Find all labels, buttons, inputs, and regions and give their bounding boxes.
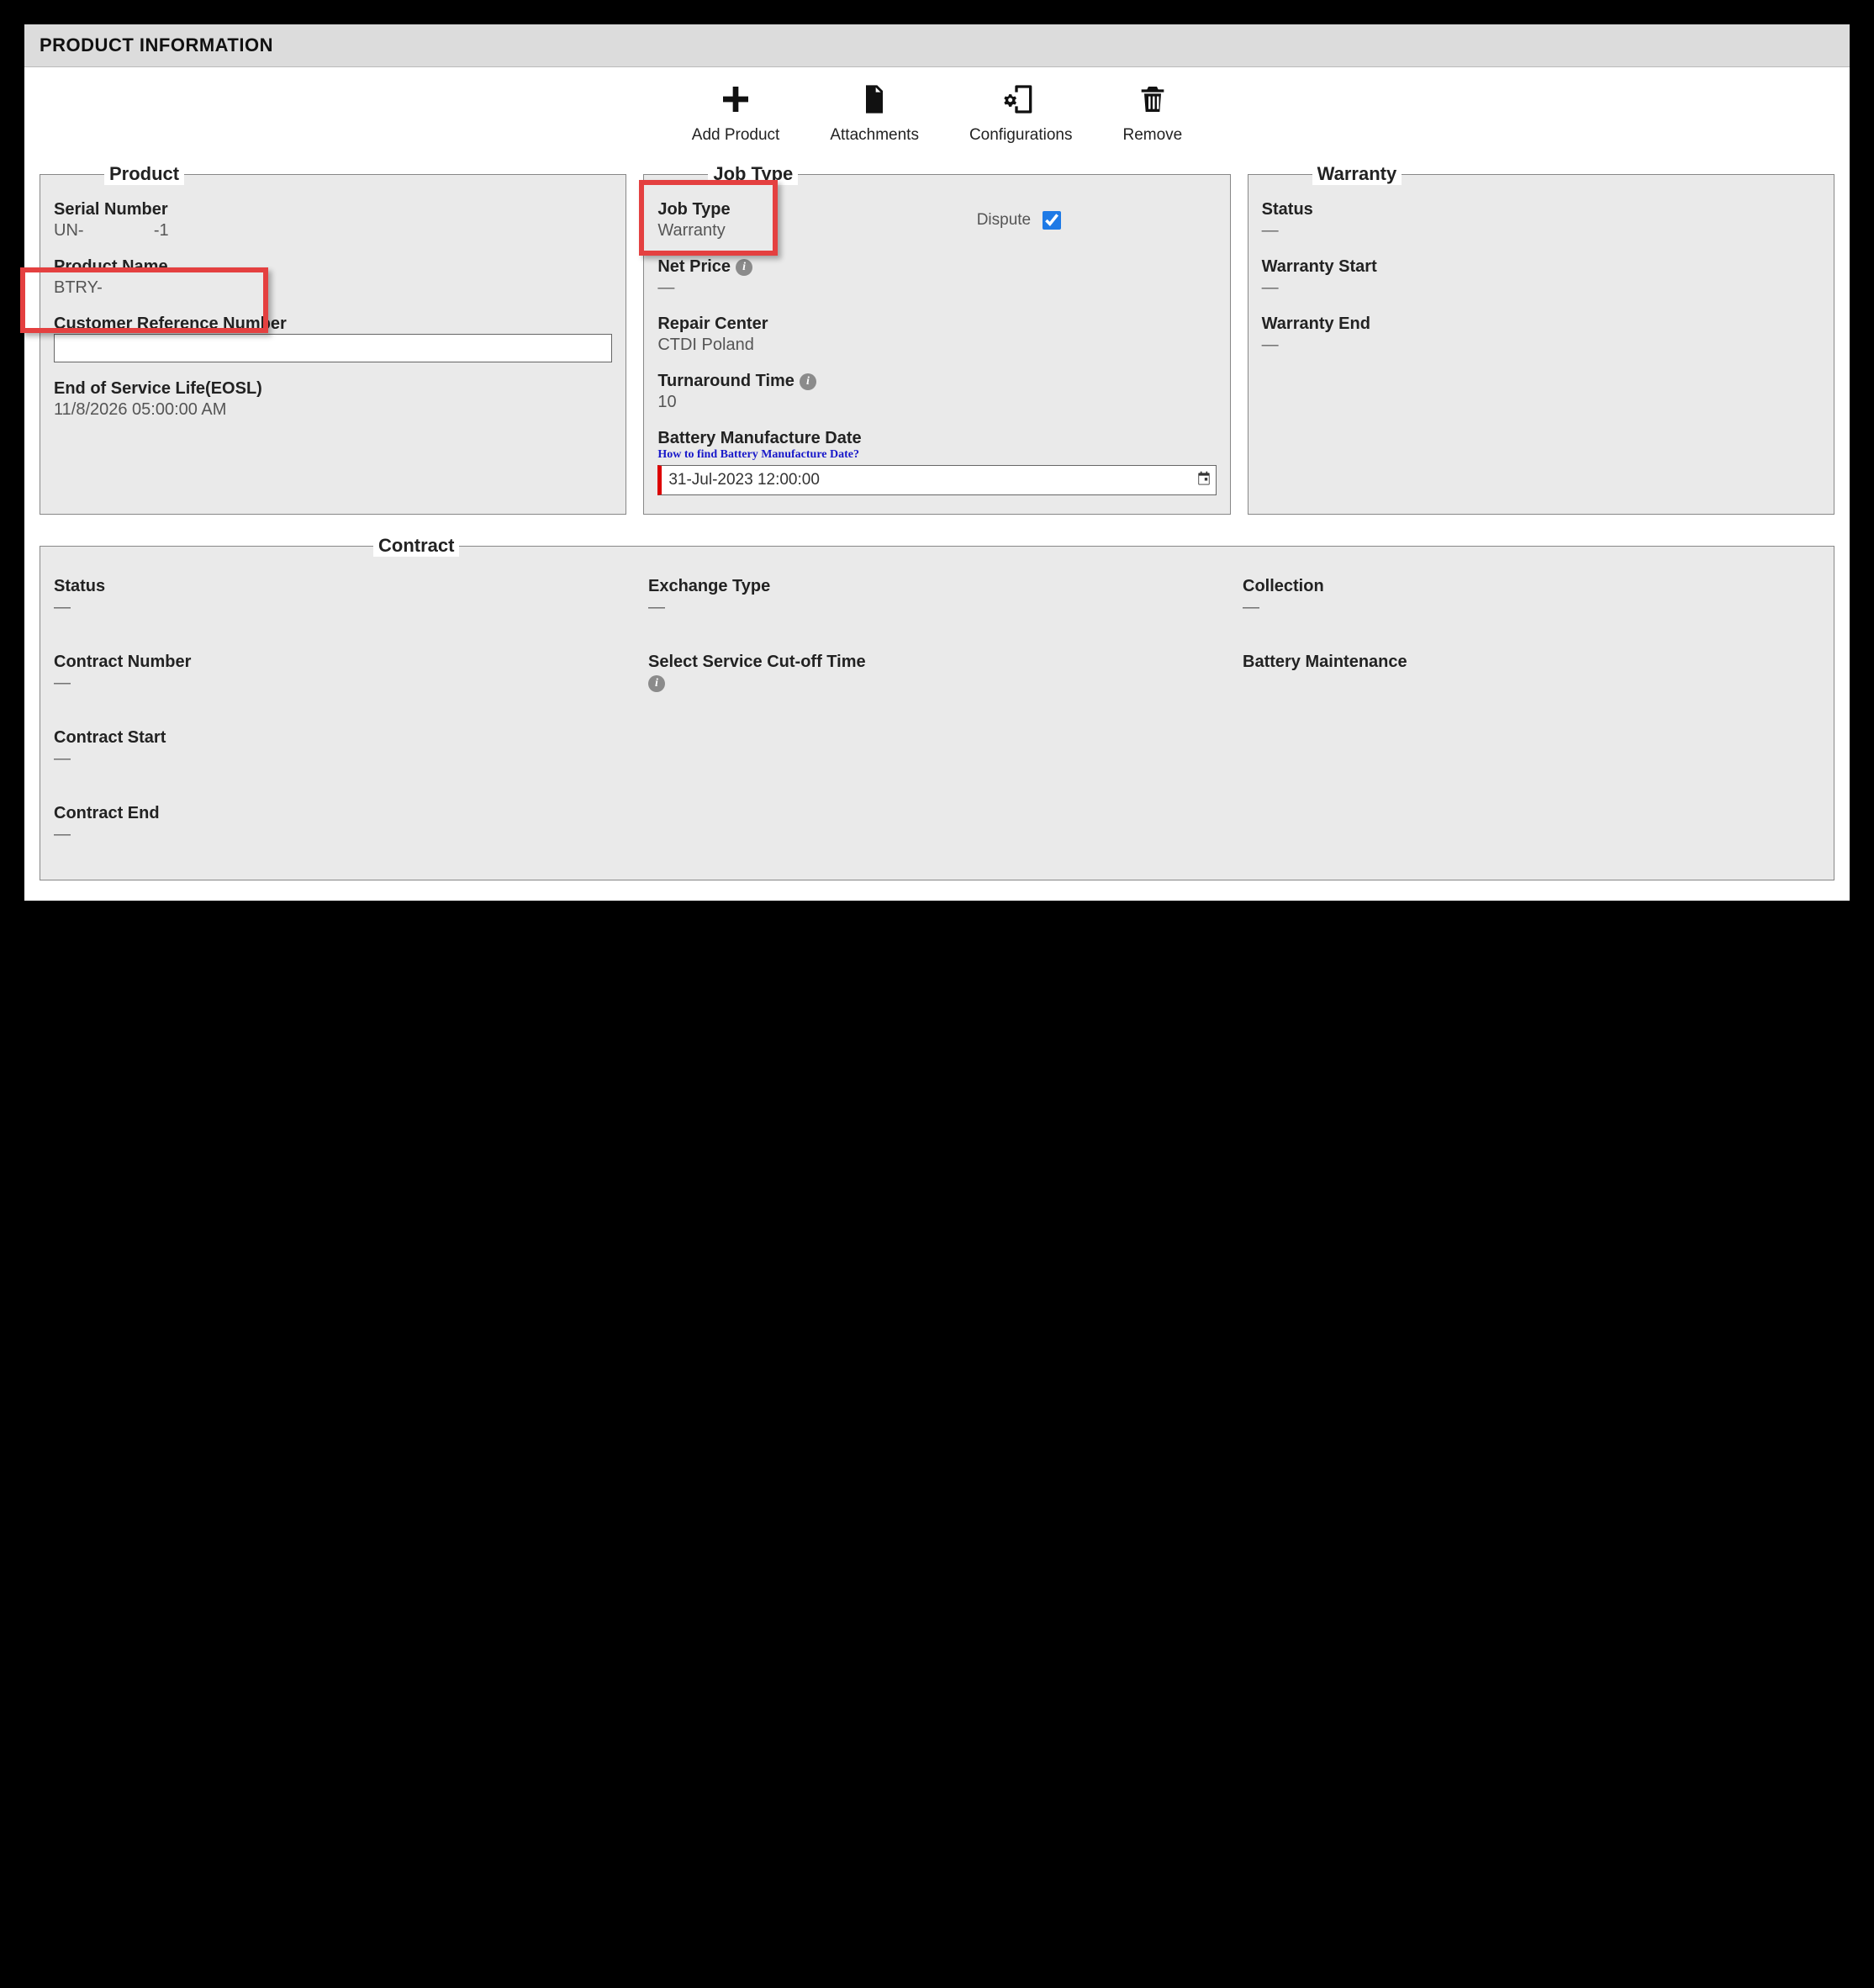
turnaround-time-label: Turnaround Time i [657,372,1216,391]
product-information-frame: PRODUCT INFORMATION Add Product Attachme… [24,24,1850,901]
configurations-label: Configurations [969,126,1073,145]
eosl-value: 11/8/2026 05:00:00 AM [54,400,612,420]
warranty-start-value: — [1262,278,1820,298]
collection-value: — [1243,598,1820,617]
contract-panel: Contract Status — Exchange Type — Collec… [40,535,1834,880]
contract-status-label: Status [54,577,631,596]
warranty-end-value: — [1262,336,1820,355]
info-icon[interactable]: i [800,373,816,390]
dispute-label: Dispute [977,211,1031,230]
eosl-label: End of Service Life(EOSL) [54,379,612,399]
remove-button[interactable]: Remove [1122,82,1182,145]
exchange-type-value: — [648,598,1226,617]
job-type-value: Warranty [657,221,964,241]
remove-label: Remove [1122,126,1182,145]
battery-maintenance-label: Battery Maintenance [1243,653,1820,672]
add-product-label: Add Product [692,126,780,145]
net-price-label: Net Price i [657,257,1216,277]
toolbar: Add Product Attachments Configurations R… [24,67,1850,163]
plus-icon [719,82,752,121]
product-name-label: Product Name [54,257,612,277]
contract-number-label: Contract Number [54,653,631,672]
contract-number-value: — [54,674,631,693]
product-name-value: BTRY- [54,278,612,298]
page-title: PRODUCT INFORMATION [24,24,1850,67]
warranty-end-label: Warranty End [1262,315,1820,334]
service-cutoff-label: Select Service Cut-off Time [648,653,1226,672]
battery-date-field[interactable] [668,471,1195,489]
net-price-value: — [657,278,1216,298]
contract-status-value: — [54,598,631,617]
repair-center-label: Repair Center [657,315,1216,334]
battery-date-input[interactable] [657,465,1216,495]
battery-manufacture-date-label: Battery Manufacture Date [657,429,1216,448]
document-icon [858,82,891,121]
warranty-status-value: — [1262,221,1820,241]
info-icon[interactable]: i [648,675,665,692]
customer-reference-number-input[interactable] [54,334,612,362]
job-type-label: Job Type [657,200,964,219]
trash-icon [1136,82,1169,121]
serial-number-label: Serial Number [54,200,612,219]
exchange-type-label: Exchange Type [648,577,1226,596]
add-product-button[interactable]: Add Product [692,82,780,145]
warranty-status-label: Status [1262,200,1820,219]
product-panel: Product Serial Number UN- -1 Product Nam… [40,163,626,515]
warranty-panel: Warranty Status — Warranty Start — Warra… [1248,163,1834,515]
contract-start-value: — [54,749,631,769]
battery-date-help-link[interactable]: How to find Battery Manufacture Date? [657,448,1216,462]
product-legend: Product [104,163,184,185]
dispute-checkbox[interactable] [1043,211,1061,230]
gear-device-icon [1004,82,1037,121]
job-type-panel: Job Type Job Type Warranty Dispute Net P… [643,163,1230,515]
contract-start-label: Contract Start [54,728,631,748]
info-icon[interactable]: i [736,259,752,276]
contract-end-value: — [54,825,631,844]
attachments-label: Attachments [830,126,919,145]
repair-center-value: CTDI Poland [657,336,1216,355]
customer-reference-number-label: Customer Reference Number [54,315,612,334]
configurations-button[interactable]: Configurations [969,82,1073,145]
job-type-legend: Job Type [708,163,798,185]
warranty-start-label: Warranty Start [1262,257,1820,277]
calendar-icon[interactable] [1196,470,1212,491]
collection-label: Collection [1243,577,1820,596]
contract-legend: Contract [373,535,459,557]
contract-end-label: Contract End [54,804,631,823]
serial-number-value: UN- -1 [54,221,612,241]
turnaround-time-value: 10 [657,393,1216,412]
attachments-button[interactable]: Attachments [830,82,919,145]
warranty-legend: Warranty [1312,163,1402,185]
